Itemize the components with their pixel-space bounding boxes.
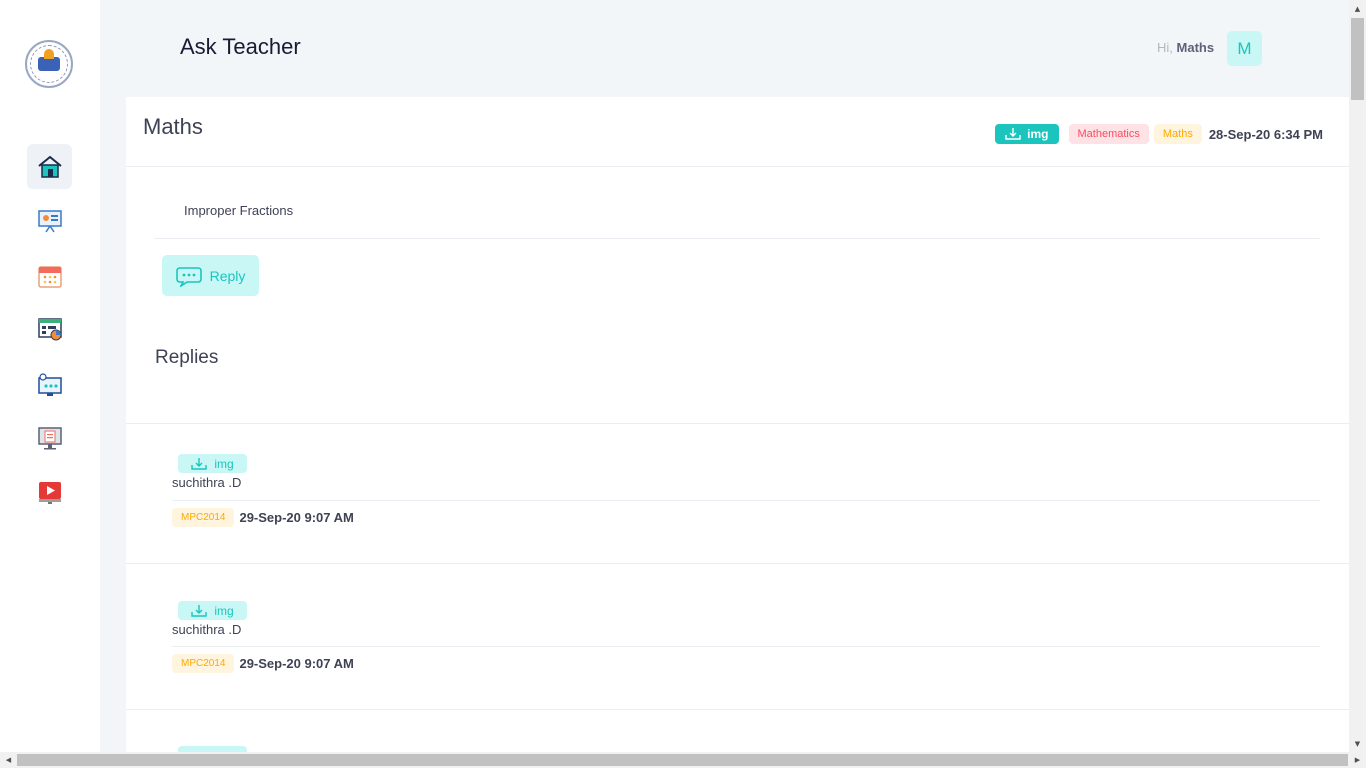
reply-meta: MPC2014 29-Sep-20 9:07 AM [172,654,354,673]
download-icon [191,604,208,617]
reply-label: Reply [209,267,246,284]
scroll-left-icon[interactable]: ◀ [0,752,17,768]
sidebar-item-calendar[interactable] [27,253,72,298]
vertical-scrollbar[interactable]: ▲ ▼ [1349,0,1366,752]
presentation-icon [37,209,62,232]
class-tag: Maths [1153,124,1202,144]
reply-attachment-button[interactable]: img [178,454,247,473]
reply-attachment-button[interactable]: img [178,601,247,620]
replies-heading: Replies [155,347,219,368]
download-icon [191,457,208,470]
user-avatar[interactable]: M [1227,31,1262,66]
divider [154,238,1320,239]
attachment-label: img [214,456,234,471]
home-icon [37,155,62,178]
reply-item [126,709,1349,757]
sidebar-item-online-class[interactable] [27,362,72,407]
scroll-right-icon[interactable]: ▶ [1349,752,1366,768]
horizontal-scrollbar[interactable]: ◀ ▶ [0,752,1366,768]
reply-item: img suchithra .D MPC2014 29-Sep-20 9:07 … [126,423,1349,563]
report-icon [37,317,62,340]
reply-meta: MPC2014 29-Sep-20 9:07 AM [172,508,354,527]
video-play-icon [38,481,61,504]
question-meta: img Mathematics Maths 28-Sep-20 6:34 PM [995,124,1323,144]
attachment-label: img [214,603,234,618]
vertical-scroll-thumb[interactable] [1351,18,1364,100]
sidebar-item-home[interactable] [27,144,72,189]
question-text: Improper Fractions [184,203,294,218]
reply-author: suchithra .D [172,475,242,490]
sidebar [0,0,100,752]
download-attachment-button[interactable]: img [995,124,1059,144]
subject-tag: Mathematics [1068,124,1149,144]
reply-date: 29-Sep-20 9:07 AM [239,510,354,525]
page-title: Ask Teacher [180,34,301,59]
sidebar-item-assignments[interactable] [27,415,72,460]
chat-bubble-icon [175,266,202,287]
question-card: Maths img Mathematics Maths 28-Sep-20 6:… [126,97,1349,757]
reply-class-tag: MPC2014 [172,654,235,673]
question-title: Maths [143,114,203,139]
divider [172,646,1320,647]
monitor-document-icon [37,426,62,449]
calendar-icon [37,265,62,288]
reply-class-tag: MPC2014 [172,508,235,527]
user-name: Maths [1176,40,1215,55]
attachment-label: img [1027,127,1049,141]
greeting-prefix: Hi, [1157,40,1173,55]
reply-button[interactable]: Reply [162,255,259,296]
online-class-icon [37,372,62,396]
download-icon [1005,128,1021,140]
sidebar-item-videos[interactable] [27,469,72,514]
scroll-down-icon[interactable]: ▼ [1349,735,1366,752]
reply-item: img suchithra .D MPC2014 29-Sep-20 9:07 … [126,563,1349,709]
sidebar-item-presentation[interactable] [27,198,72,243]
horizontal-scroll-thumb[interactable] [17,754,1348,766]
sidebar-item-report[interactable] [27,306,72,351]
reply-author: suchithra .D [172,622,242,637]
reply-date: 29-Sep-20 9:07 AM [239,656,354,671]
divider [172,500,1320,501]
user-greeting: Hi, Maths [1157,40,1214,55]
divider [126,166,1349,167]
logo-emblem-icon [30,45,68,83]
question-date: 28-Sep-20 6:34 PM [1208,126,1323,142]
scroll-up-icon[interactable]: ▲ [1349,0,1366,17]
school-logo[interactable] [25,40,73,88]
